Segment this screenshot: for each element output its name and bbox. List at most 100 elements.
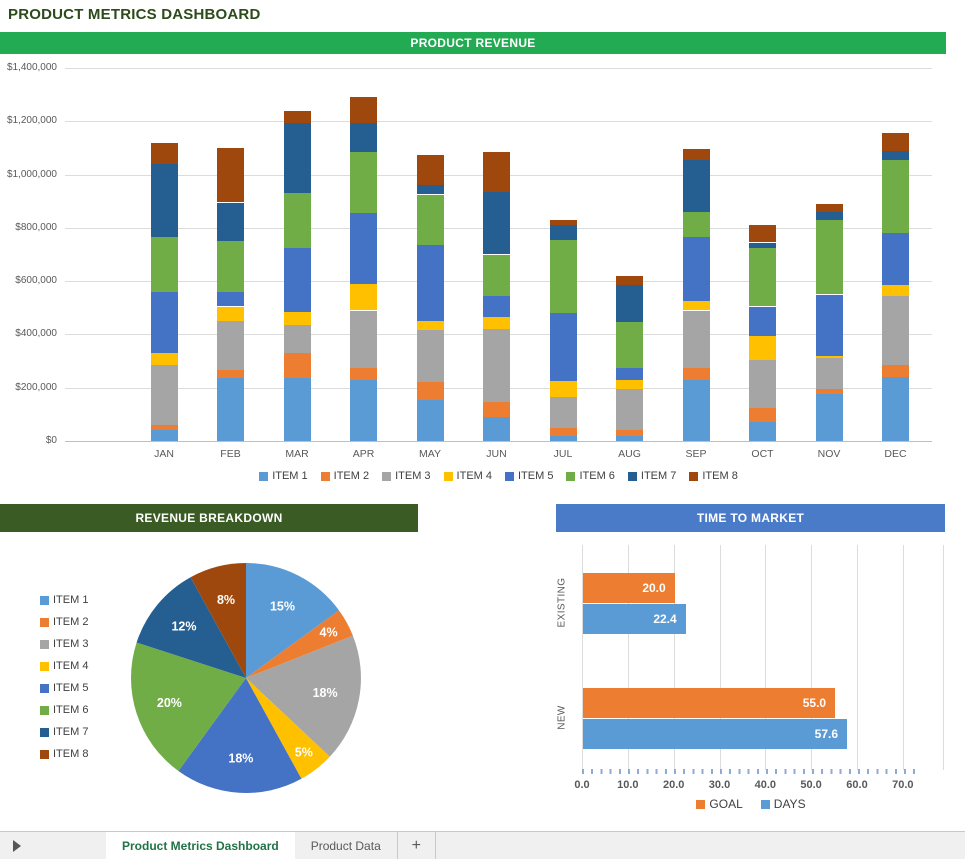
- bar-segment[interactable]: [749, 422, 776, 441]
- bar-segment[interactable]: [816, 220, 843, 295]
- bar-segment[interactable]: [350, 213, 377, 284]
- bar-segment[interactable]: [350, 284, 377, 311]
- bar-segment[interactable]: [749, 248, 776, 307]
- bar-segment[interactable]: [882, 365, 909, 377]
- legend-item[interactable]: ITEM 2: [321, 470, 369, 482]
- bar-segment[interactable]: [616, 436, 643, 441]
- bar-segment[interactable]: [350, 368, 377, 380]
- bar-segment[interactable]: [417, 330, 444, 382]
- bar-segment[interactable]: [151, 292, 178, 353]
- add-sheet-button[interactable]: +: [398, 832, 436, 859]
- bar-segment[interactable]: [417, 195, 444, 246]
- bar-segment[interactable]: [816, 295, 843, 356]
- bar-segment[interactable]: [417, 245, 444, 321]
- bar-segment[interactable]: [816, 358, 843, 389]
- bar-segment[interactable]: [350, 311, 377, 368]
- bar-segment[interactable]: [350, 152, 377, 213]
- bar-segment[interactable]: [749, 225, 776, 242]
- bar-segment[interactable]: [151, 365, 178, 425]
- bar-segment[interactable]: [683, 160, 710, 212]
- bar-segment[interactable]: [550, 225, 577, 240]
- bar-segment[interactable]: [483, 317, 510, 329]
- bar-segment[interactable]: [616, 389, 643, 430]
- bar-segment[interactable]: [217, 307, 244, 322]
- tab-product-data[interactable]: Product Data: [295, 832, 398, 859]
- bar-segment[interactable]: [217, 370, 244, 378]
- pie-legend-item[interactable]: ITEM 8: [40, 748, 88, 760]
- legend-item[interactable]: ITEM 3: [382, 470, 430, 482]
- bar-segment[interactable]: [683, 301, 710, 310]
- bar-segment[interactable]: [616, 430, 643, 435]
- bar-segment[interactable]: [882, 160, 909, 233]
- bar-segment[interactable]: [616, 368, 643, 380]
- bar-segment[interactable]: [350, 380, 377, 441]
- bar-segment[interactable]: [749, 360, 776, 408]
- bar-segment[interactable]: [284, 248, 311, 312]
- legend-item[interactable]: ITEM 5: [505, 470, 553, 482]
- legend-item[interactable]: ITEM 8: [689, 470, 737, 482]
- bar-segment[interactable]: [550, 397, 577, 428]
- bar-segment[interactable]: [417, 185, 444, 194]
- bar-segment[interactable]: [683, 368, 710, 380]
- bar-segment[interactable]: [284, 193, 311, 248]
- tab-product-metrics-dashboard[interactable]: Product Metrics Dashboard: [106, 832, 295, 859]
- bar-segment[interactable]: [483, 329, 510, 402]
- bar-segment[interactable]: [284, 325, 311, 353]
- bar-segment[interactable]: [816, 204, 843, 212]
- bar-segment[interactable]: [284, 353, 311, 378]
- bar-segment[interactable]: [350, 97, 377, 122]
- bar-segment[interactable]: [483, 417, 510, 441]
- bar-segment[interactable]: [550, 428, 577, 436]
- bar-segment[interactable]: [483, 192, 510, 255]
- ttm-legend-item[interactable]: DAYS: [761, 797, 806, 811]
- bar-segment[interactable]: [483, 152, 510, 192]
- bar-segment[interactable]: [616, 276, 643, 285]
- bar-segment[interactable]: [151, 425, 178, 430]
- bar-segment[interactable]: [816, 394, 843, 441]
- legend-item[interactable]: ITEM 1: [259, 470, 307, 482]
- bar-segment[interactable]: [816, 389, 843, 394]
- bar-segment[interactable]: [882, 151, 909, 160]
- bar-segment[interactable]: [816, 212, 843, 220]
- bar-segment[interactable]: [217, 378, 244, 441]
- bar-segment[interactable]: [217, 148, 244, 203]
- pie-legend-item[interactable]: ITEM 4: [40, 660, 88, 672]
- bar-segment[interactable]: [683, 237, 710, 301]
- bar-segment[interactable]: [417, 321, 444, 330]
- bar-segment[interactable]: [151, 237, 178, 292]
- bar-segment[interactable]: [882, 377, 909, 441]
- bar-segment[interactable]: [749, 336, 776, 360]
- bar-segment[interactable]: [284, 312, 311, 325]
- pie-legend-item[interactable]: ITEM 3: [40, 638, 88, 650]
- bar-segment[interactable]: [483, 296, 510, 317]
- legend-item[interactable]: ITEM 4: [444, 470, 492, 482]
- bar-segment[interactable]: [882, 133, 909, 150]
- bar-segment[interactable]: [284, 123, 311, 194]
- bar-segment[interactable]: [550, 313, 577, 381]
- bar-segment[interactable]: [616, 380, 643, 389]
- bar-segment[interactable]: [217, 203, 244, 242]
- bar-segment[interactable]: [616, 322, 643, 367]
- bar-segment[interactable]: [417, 400, 444, 441]
- bar-segment[interactable]: [882, 296, 909, 365]
- bar-segment[interactable]: [417, 382, 444, 399]
- bar-segment[interactable]: [616, 285, 643, 322]
- bar-segment[interactable]: [151, 143, 178, 164]
- bar-segment[interactable]: [284, 111, 311, 123]
- bar-segment[interactable]: [749, 408, 776, 423]
- pie-chart-svg[interactable]: 15%4%18%5%18%20%12%8%: [128, 560, 364, 796]
- bar-segment[interactable]: [550, 381, 577, 397]
- bar-segment[interactable]: [217, 321, 244, 370]
- bar-segment[interactable]: [350, 123, 377, 152]
- bar-segment[interactable]: [284, 378, 311, 441]
- bar-segment[interactable]: [683, 380, 710, 441]
- pie-legend-item[interactable]: ITEM 6: [40, 704, 88, 716]
- bar-segment[interactable]: [483, 402, 510, 417]
- pie-legend-item[interactable]: ITEM 2: [40, 616, 88, 628]
- bar-segment[interactable]: [417, 155, 444, 186]
- bar-segment[interactable]: [151, 353, 178, 365]
- bar-segment[interactable]: [151, 430, 178, 441]
- bar-segment[interactable]: [749, 243, 776, 248]
- tab-scroll-button[interactable]: [0, 832, 34, 859]
- bar-segment[interactable]: [550, 436, 577, 441]
